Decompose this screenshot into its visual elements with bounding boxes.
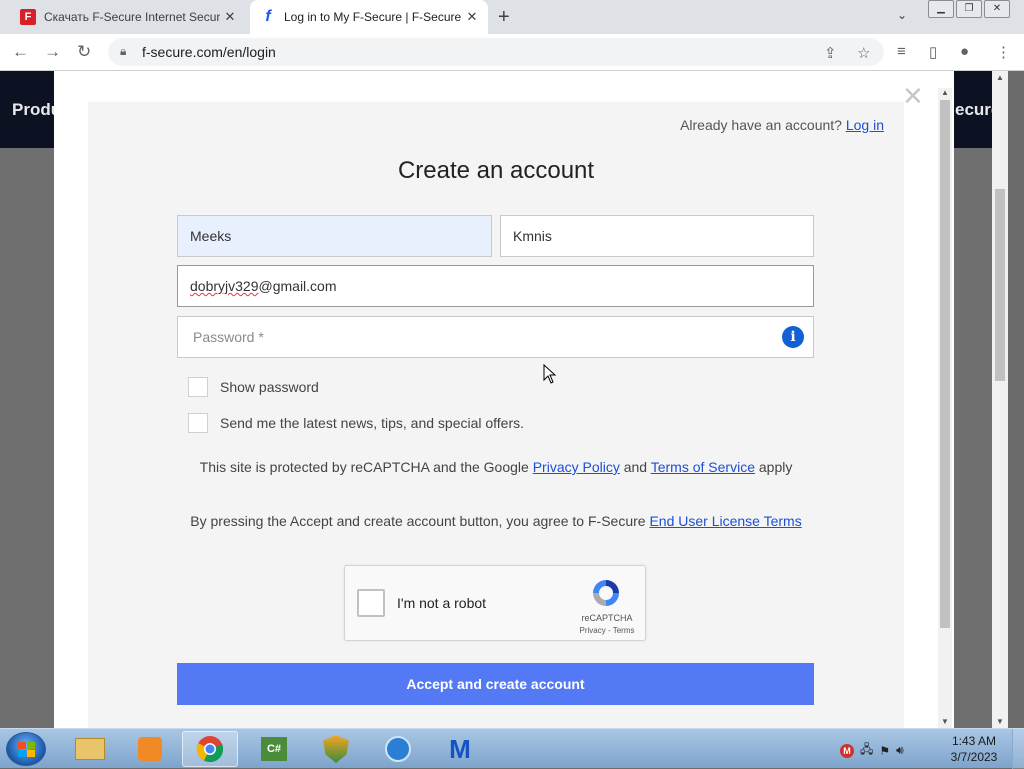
scroll-up-arrow-icon[interactable]: ▲	[996, 73, 1004, 82]
share-icon[interactable]: ⇪	[824, 44, 837, 62]
first-name-field[interactable]: Meeks	[177, 215, 492, 257]
taskbar-chrome[interactable]	[182, 731, 238, 767]
volume-icon[interactable]: 🔊︎	[896, 743, 904, 758]
password-placeholder: Password *	[193, 329, 264, 345]
signup-modal: ✕ ▲ ▼ Already have an account? Log in Cr…	[54, 71, 954, 728]
profile-avatar-icon[interactable]: ●	[960, 43, 969, 60]
browser-tab-strip: F Скачать F-Secure Internet Security ✕ f…	[0, 0, 1024, 34]
media-player-icon	[138, 737, 162, 761]
action-center-flag-icon[interactable]: ⚑	[879, 744, 890, 758]
password-field[interactable]: Password * i	[177, 316, 814, 358]
browser-toolbar: ← → ↻ 🔒︎ f-secure.com/en/login ⇪ ☆ ≡ ▯ ●…	[0, 34, 1024, 71]
shield-icon	[323, 735, 349, 763]
clock-time: 1:43 AM	[951, 734, 997, 748]
accept-create-account-button[interactable]: Accept and create account	[177, 663, 814, 705]
windows-taskbar: C# M M 🖧︎ ⚑ 🔊︎ 1:43 AM 3/7/2023	[0, 728, 1024, 769]
recaptcha-terms-link[interactable]: Privacy - Terms	[575, 626, 639, 635]
last-name-field[interactable]: Kmnis	[500, 215, 814, 257]
terms-of-service-link[interactable]: Terms of Service	[651, 459, 755, 475]
chevron-down-icon[interactable]: ⌄	[897, 8, 907, 22]
new-tab-button[interactable]: +	[498, 6, 510, 29]
chrome-icon	[196, 736, 224, 763]
taskbar-malwarebytes[interactable]: M	[432, 731, 488, 767]
tab-title: Log in to My F-Secure | F-Secure	[284, 10, 462, 24]
newsletter-row[interactable]: Send me the latest news, tips, and speci…	[188, 413, 524, 433]
system-tray: M 🖧︎ ⚑ 🔊︎	[840, 740, 904, 761]
taskbar-clock[interactable]: 1:43 AM 3/7/2023	[945, 733, 1003, 765]
already-account-text: Already have an account? Log in	[680, 117, 884, 133]
address-bar[interactable]: 🔒︎ f-secure.com/en/login ⇪ ☆	[108, 38, 884, 66]
agreement-notice: By pressing the Accept and create accoun…	[190, 513, 802, 529]
recaptcha-checkbox[interactable]	[357, 589, 385, 617]
show-desktop-button[interactable]	[1012, 729, 1024, 769]
taskbar-csharp-app[interactable]: C#	[246, 731, 302, 767]
folder-icon	[75, 738, 105, 760]
clock-date: 3/7/2023	[950, 750, 998, 764]
malwarebytes-icon: M	[449, 733, 471, 764]
browser-tab-active[interactable]: f Log in to My F-Secure | F-Secure ✕	[250, 0, 488, 34]
window-controls: ▁ ❐ ✕	[926, 0, 1010, 18]
windows-logo-icon	[18, 742, 35, 757]
email-field[interactable]: dobryjv329 @gmail.com	[177, 265, 814, 307]
form-title: Create an account	[397, 157, 595, 184]
minimize-button[interactable]: ▁	[928, 0, 954, 18]
eula-link[interactable]: End User License Terms	[649, 513, 801, 529]
csharp-icon: C#	[261, 737, 287, 761]
malwarebytes-tray-icon[interactable]: M	[840, 743, 854, 758]
start-button[interactable]	[6, 732, 46, 766]
email-misspelled-part: dobryjv329	[190, 278, 259, 294]
taskbar-media-player[interactable]	[122, 731, 178, 767]
bookmark-star-icon[interactable]: ☆	[857, 44, 870, 62]
f-secure-blue-icon: f	[260, 8, 276, 25]
taskbar-skype-app[interactable]	[370, 731, 426, 767]
media-controls-icon[interactable]: ≡	[897, 43, 906, 60]
recaptcha-label: I'm not a robot	[397, 595, 487, 611]
back-icon[interactable]: ←	[12, 42, 29, 62]
recaptcha-widget: I'm not a robot reCAPTCHA Privacy - Term…	[344, 565, 646, 641]
close-icon[interactable]: ✕	[462, 9, 482, 25]
side-panel-icon[interactable]: ▯	[929, 43, 937, 61]
show-password-row[interactable]: Show password	[188, 377, 319, 397]
scroll-up-arrow-icon[interactable]: ▲	[941, 88, 949, 97]
restore-button[interactable]: ❐	[956, 0, 982, 18]
f-secure-red-icon: F	[20, 9, 36, 25]
globe-app-icon	[385, 736, 411, 762]
taskbar-explorer[interactable]	[62, 731, 118, 767]
network-icon[interactable]: 🖧︎	[860, 740, 873, 761]
tab-title: Скачать F-Secure Internet Security	[44, 10, 220, 24]
reload-icon[interactable]: ↻	[77, 42, 91, 62]
url-text: f-secure.com/en/login	[142, 44, 276, 60]
page-scrollbar[interactable]: ▲ ▼	[992, 71, 1008, 728]
info-icon[interactable]: i	[782, 326, 804, 348]
login-link[interactable]: Log in	[846, 117, 884, 133]
mouse-cursor-icon	[543, 364, 557, 384]
menu-kebab-icon[interactable]: ⋮	[996, 43, 1011, 61]
show-password-label: Show password	[220, 379, 319, 395]
close-window-button[interactable]: ✕	[984, 0, 1010, 18]
lock-icon[interactable]: 🔒︎	[120, 44, 126, 59]
browser-tab-inactive[interactable]: F Скачать F-Secure Internet Security ✕	[10, 0, 246, 34]
scroll-down-arrow-icon[interactable]: ▼	[996, 717, 1004, 726]
modal-scroll-thumb[interactable]	[940, 100, 950, 628]
recaptcha-logo-icon	[593, 580, 619, 606]
recaptcha-brand: reCAPTCHA	[581, 613, 633, 623]
modal-close-icon[interactable]: ✕	[902, 81, 924, 112]
privacy-policy-link[interactable]: Privacy Policy	[533, 459, 620, 475]
taskbar-shield-app[interactable]	[308, 731, 364, 767]
newsletter-label: Send me the latest news, tips, and speci…	[220, 415, 525, 431]
close-icon[interactable]: ✕	[220, 9, 240, 25]
scroll-down-arrow-icon[interactable]: ▼	[941, 717, 949, 726]
signup-form: Already have an account? Log in Create a…	[88, 102, 904, 728]
newsletter-checkbox[interactable]	[188, 413, 208, 433]
forward-icon[interactable]: →	[44, 42, 61, 62]
page-scroll-thumb[interactable]	[995, 189, 1005, 381]
show-password-checkbox[interactable]	[188, 377, 208, 397]
recaptcha-notice: This site is protected by reCAPTCHA and …	[199, 459, 793, 475]
modal-scrollbar[interactable]: ▲ ▼	[938, 88, 952, 728]
